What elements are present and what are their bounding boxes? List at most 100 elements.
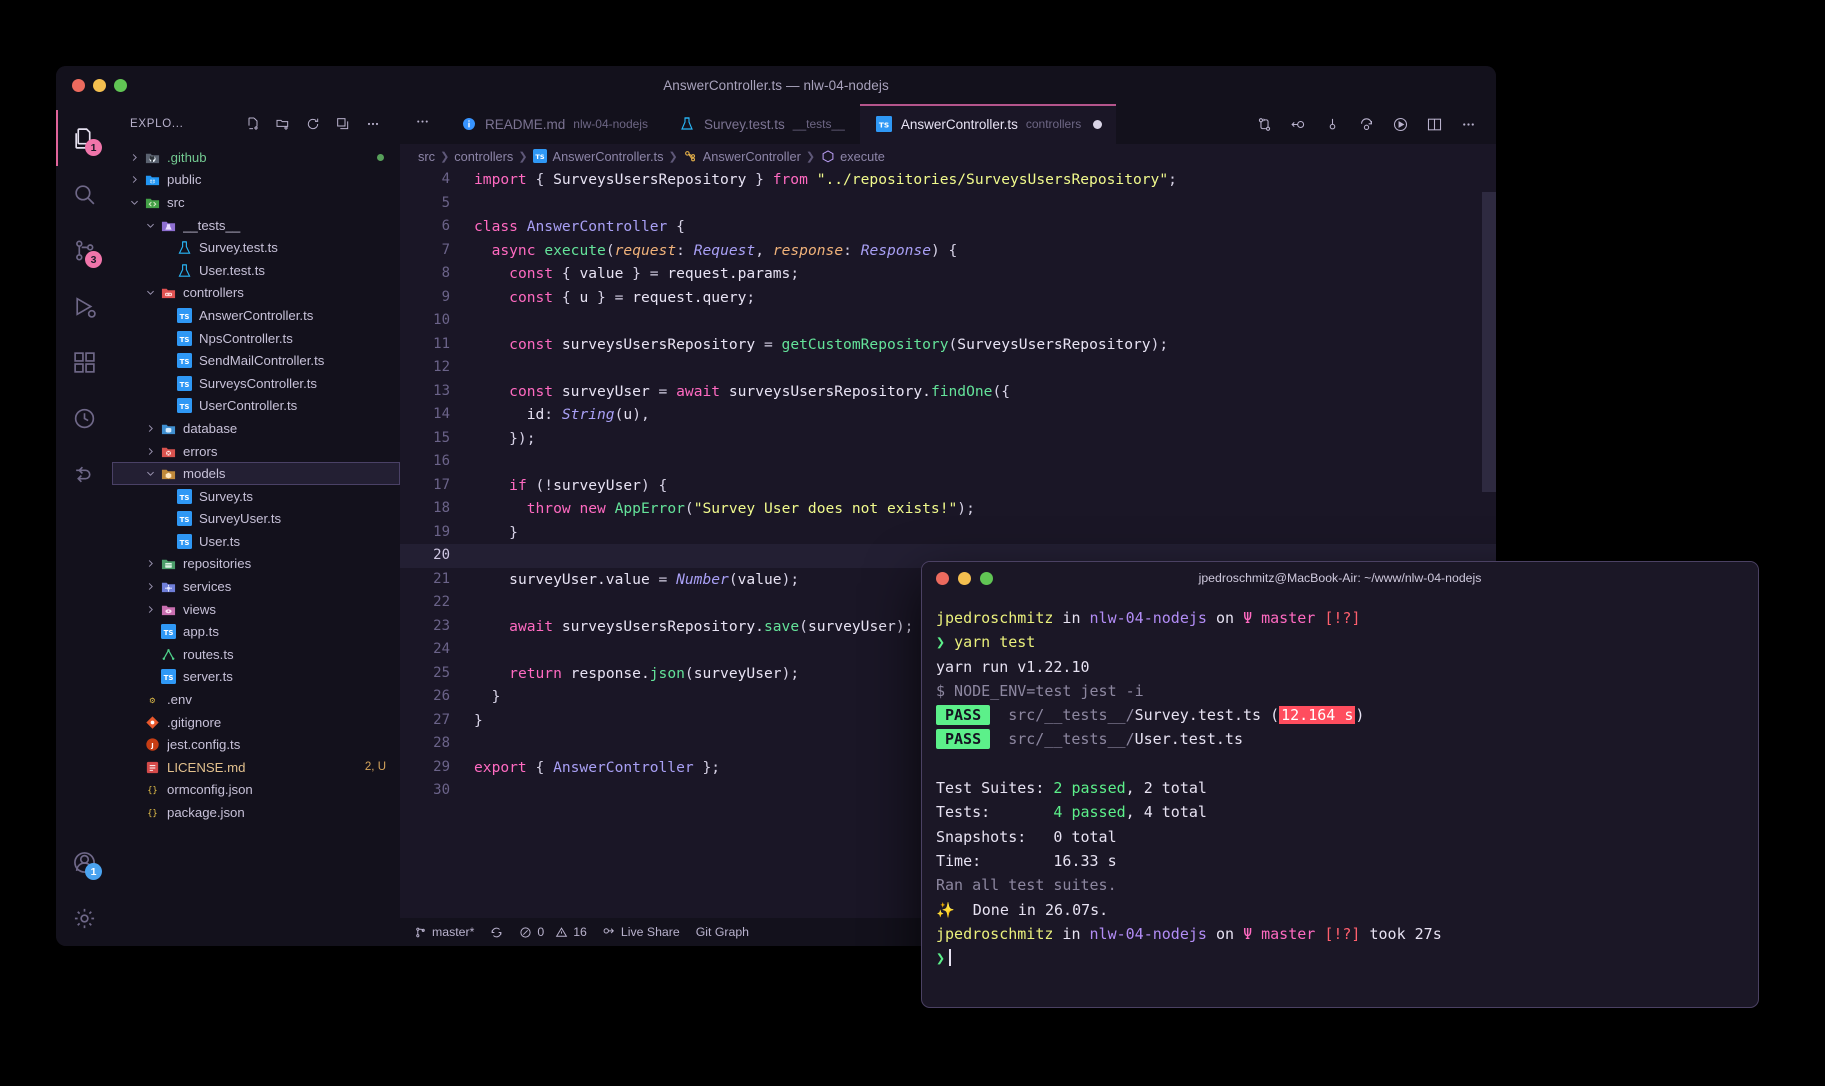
terminal-output[interactable]: jpedroschmitz in nlw-04-nodejs on Ψ mast…: [922, 594, 1758, 970]
tree-file-jest-config-ts[interactable]: Jjest.config.ts: [112, 733, 400, 756]
tab-readme[interactable]: README.md nlw-04-nodejs: [444, 104, 663, 144]
activity-item-accounts[interactable]: 1: [56, 834, 112, 890]
tree-file-usercontroller-ts[interactable]: TS UserController.ts: [112, 395, 400, 418]
terminal-close-button[interactable]: [936, 571, 949, 585]
chevron-down-icon[interactable]: [142, 468, 158, 479]
chevron-down-icon[interactable]: [142, 287, 158, 298]
chevron-down-icon[interactable]: [126, 197, 142, 208]
code-line[interactable]: 12: [400, 356, 1496, 380]
tree-file-survey-ts[interactable]: TS Survey.ts: [112, 485, 400, 508]
chevron-right-icon[interactable]: [142, 423, 158, 434]
code-line[interactable]: 4 import { SurveysUsersRepository } from …: [400, 168, 1496, 192]
activity-item-run-and-debug[interactable]: [56, 278, 112, 334]
tree-folder-tests[interactable]: __tests__: [112, 214, 400, 237]
debug-step-icon[interactable]: [1316, 107, 1348, 141]
tree-file-app-ts[interactable]: TS app.ts: [112, 620, 400, 643]
breadcrumb-item-answercontroller[interactable]: AnswerController: [683, 149, 801, 164]
ellipsis-icon[interactable]: [1452, 107, 1484, 141]
terminal-maximize-button[interactable]: [980, 571, 993, 585]
tree-file-answercontroller-ts[interactable]: TS AnswerController.ts: [112, 304, 400, 327]
chevron-right-icon[interactable]: [142, 581, 158, 592]
code-line[interactable]: 15 });: [400, 427, 1496, 451]
debug-step-over-icon[interactable]: [1350, 107, 1382, 141]
activity-item-source-control[interactable]: 3: [56, 222, 112, 278]
tree-file-user-test-ts[interactable]: User.test.ts: [112, 259, 400, 282]
tree-file-ormconfig-json[interactable]: {} ormconfig.json: [112, 779, 400, 802]
activity-item-settings[interactable]: [56, 890, 112, 946]
maximize-window-button[interactable]: [114, 78, 127, 92]
tree-file-env[interactable]: ⚙ .env: [112, 688, 400, 711]
tree-file-package-json[interactable]: {} package.json: [112, 801, 400, 824]
window-traffic-lights[interactable]: [56, 78, 127, 92]
code-line[interactable]: 10: [400, 309, 1496, 333]
editor-scrollbar[interactable]: [1482, 192, 1496, 492]
code-line[interactable]: 7 async execute(request: Request, respon…: [400, 239, 1496, 263]
tree-file-server-ts[interactable]: TS server.ts: [112, 666, 400, 689]
tree-folder-services[interactable]: services: [112, 575, 400, 598]
status-sync[interactable]: [490, 926, 503, 939]
tabs-overflow-ellipsis-icon[interactable]: [400, 104, 444, 138]
code-line[interactable]: 17 if (!surveyUser) {: [400, 474, 1496, 498]
breadcrumb-item-controllers[interactable]: controllers: [454, 149, 513, 164]
code-line[interactable]: 13 const surveyUser = await surveysUsers…: [400, 380, 1496, 404]
activity-item-extensions[interactable]: [56, 334, 112, 390]
tree-folder-database[interactable]: database: [112, 417, 400, 440]
activity-item-search[interactable]: [56, 166, 112, 222]
chevron-right-icon[interactable]: [142, 558, 158, 569]
tree-file-sendmailcontroller-ts[interactable]: TS SendMailController.ts: [112, 349, 400, 372]
tree-folder-repositories[interactable]: repositories: [112, 553, 400, 576]
breadcrumb-item-src[interactable]: src: [418, 149, 435, 164]
chevron-down-icon[interactable]: [142, 220, 158, 231]
tree-folder-public[interactable]: public: [112, 169, 400, 192]
tree-folder-errors[interactable]: errors: [112, 440, 400, 463]
status-live-share[interactable]: Live Share: [603, 925, 680, 939]
chevron-right-icon[interactable]: [126, 152, 142, 163]
chevron-right-icon[interactable]: [142, 446, 158, 457]
code-line[interactable]: 11 const surveysUsersRepository = getCus…: [400, 333, 1496, 357]
terminal-window[interactable]: jpedroschmitz@MacBook-Air: ~/www/nlw-04-…: [921, 561, 1759, 1008]
chevron-right-icon[interactable]: [126, 174, 142, 185]
refresh-icon[interactable]: [298, 109, 328, 139]
chevron-right-icon[interactable]: [142, 604, 158, 615]
tree-file-license-md[interactable]: LICENSE.md 2, U: [112, 756, 400, 779]
tree-file-survey-test-ts[interactable]: Survey.test.ts: [112, 236, 400, 259]
tree-file-routes-ts[interactable]: routes.ts: [112, 643, 400, 666]
code-line[interactable]: 18 throw new AppError("Survey User does …: [400, 497, 1496, 521]
tree-file-surveyuser-ts[interactable]: TS SurveyUser.ts: [112, 508, 400, 531]
terminal-minimize-button[interactable]: [958, 571, 971, 585]
status-git-graph[interactable]: Git Graph: [696, 925, 749, 939]
arrow-left-circle-icon[interactable]: [1282, 107, 1314, 141]
git-compare-icon[interactable]: [1248, 107, 1280, 141]
run-circle-icon[interactable]: [1384, 107, 1416, 141]
editor-tabs[interactable]: README.md nlw-04-nodejs Survey.test.ts _…: [400, 104, 1496, 144]
code-line[interactable]: 5: [400, 192, 1496, 216]
code-line[interactable]: 9 const { u } = request.query;: [400, 286, 1496, 310]
editor-actions[interactable]: [1248, 104, 1496, 144]
breadcrumb-item-answercontroller-ts[interactable]: TS AnswerController.ts: [533, 149, 663, 164]
tree-folder-controllers[interactable]: controllers: [112, 282, 400, 305]
tree-file-user-ts[interactable]: TS User.ts: [112, 530, 400, 553]
tree-folder-models[interactable]: models: [112, 462, 400, 485]
tab-answercontroller[interactable]: TS AnswerController.ts controllers: [859, 104, 1118, 144]
breadcrumb-item-execute[interactable]: execute: [820, 149, 885, 164]
minimize-window-button[interactable]: [93, 78, 106, 92]
activity-item-remote-explorer[interactable]: [56, 446, 112, 502]
breadcrumb[interactable]: src ❯ controllers ❯ TS AnswerController.ts ❯ An…: [400, 144, 1496, 168]
tree-file-surveyscontroller-ts[interactable]: TS SurveysController.ts: [112, 372, 400, 395]
file-tree[interactable]: .github public src __tests__ Survey.test.ts U…: [112, 144, 400, 946]
tab-dirty-indicator[interactable]: [1093, 119, 1103, 129]
new-file-icon[interactable]: [238, 109, 268, 139]
code-line[interactable]: 8 const { value } = request.params;: [400, 262, 1496, 286]
collapse-all-icon[interactable]: [328, 109, 358, 139]
code-line[interactable]: 16: [400, 450, 1496, 474]
code-line[interactable]: 19 }: [400, 521, 1496, 545]
split-editor-icon[interactable]: [1418, 107, 1450, 141]
tree-folder-src[interactable]: src: [112, 191, 400, 214]
new-folder-icon[interactable]: [268, 109, 298, 139]
status-branch[interactable]: master*: [414, 925, 474, 939]
code-line[interactable]: 6 class AnswerController {: [400, 215, 1496, 239]
terminal-traffic-lights[interactable]: [922, 571, 993, 585]
tree-folder-github[interactable]: .github: [112, 146, 400, 169]
code-line[interactable]: 14 id: String(u),: [400, 403, 1496, 427]
ellipsis-icon[interactable]: [358, 109, 388, 139]
